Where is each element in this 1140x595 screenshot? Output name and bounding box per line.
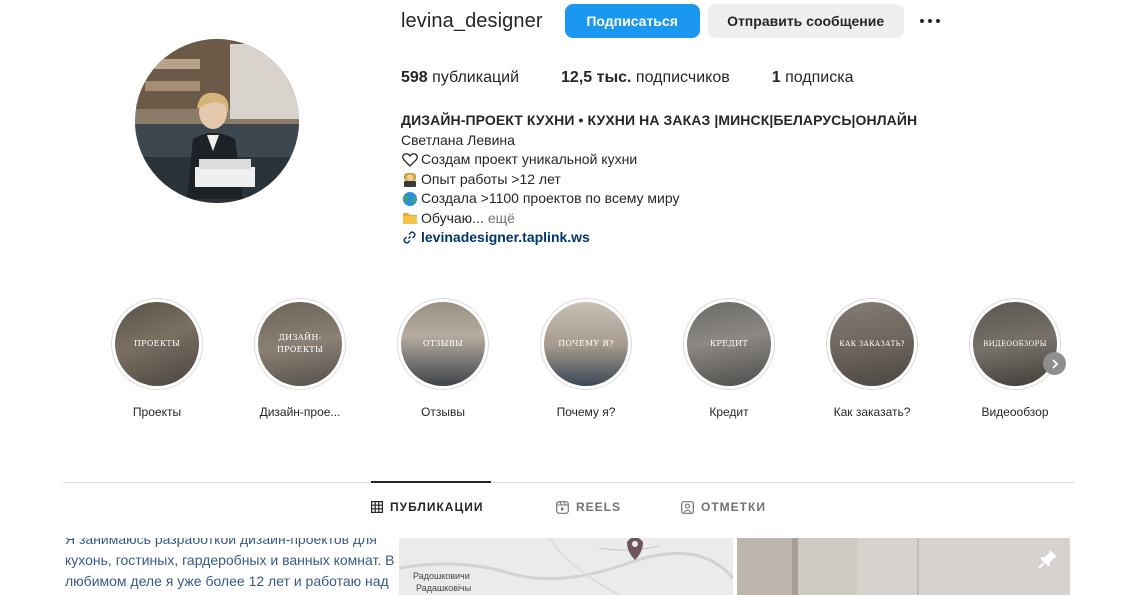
highlight-ring: ОТЗЫВЫ (397, 298, 489, 390)
globe-emoji-icon (401, 191, 418, 207)
highlight-cover: ВИДЕООБЗОРЫ (973, 302, 1057, 386)
highlight-label: Отзывы (421, 405, 465, 419)
highlight-cover-caption: КРЕДИТ (709, 339, 749, 348)
tabs-divider (63, 482, 1074, 483)
post-photo (737, 538, 1070, 595)
highlight-cover-caption: ПОЧЕМУ Я? (558, 339, 614, 348)
tab-posts-label: ПУБЛИКАЦИИ (390, 500, 484, 514)
bio-line-text: Создам проект уникальной кухни (421, 151, 638, 167)
posts-count-value: 598 (401, 69, 428, 86)
highlight-cover: ОТЗЫВЫ (401, 302, 485, 386)
following-count[interactable]: 1 подписка (772, 69, 854, 87)
highlight-ring: ВИДЕООБЗОРЫ (969, 298, 1061, 390)
highlight-label: Проекты (132, 405, 182, 419)
tagged-icon (681, 500, 694, 514)
map-label: Радашковічы (416, 583, 472, 593)
highlight-cover: ПРОЕКТЫ (115, 302, 199, 386)
following-count-value: 1 (771, 69, 781, 86)
profile-stats: 598 публикаций 12,5 тыс. подписчиков 1 п… (401, 69, 896, 87)
highlight-ring: ДИЗАЙН-ПРОЕКТЫ (254, 298, 346, 390)
highlight-cover-caption: КАК ЗАКАЗАТЬ? (839, 340, 905, 348)
profile-header: levina_designer Подписаться Отправить со… (401, 4, 944, 38)
bio-more-link[interactable]: ещё (488, 209, 515, 229)
posts-count: 598 публикаций (401, 69, 519, 87)
tab-posts[interactable]: ПУБЛИКАЦИИ (371, 500, 483, 514)
bio-line: Обучаю... ещё (401, 209, 917, 229)
tab-reels[interactable]: REELS (556, 500, 621, 514)
highlight-cover: КАК ЗАКАЗАТЬ? (830, 302, 914, 386)
bio-line-text: Обучаю... (421, 209, 484, 226)
posts-count-label: публикаций (432, 69, 520, 86)
highlight-cover: КРЕДИТ (687, 302, 771, 386)
judge-emoji-icon (401, 171, 418, 188)
bio-link-row[interactable]: levinadesigner.taplink.ws (401, 228, 917, 248)
following-count-label: подписка (785, 69, 854, 86)
highlight-projects[interactable]: ПРОЕКТЫ Проекты (105, 298, 209, 419)
highlight-label: Дизайн-прое... (259, 405, 341, 419)
bio-name: Светлана Левина (401, 131, 515, 148)
bio-line: Опыт работы >12 лет (401, 170, 917, 190)
profile-avatar[interactable] (135, 39, 299, 203)
story-highlights: ПРОЕКТЫ Проекты ДИЗАЙН-ПРОЕКТЫ Дизайн-пр… (105, 298, 1075, 428)
highlight-cover-caption: ОТЗЫВЫ (422, 339, 464, 348)
follow-button[interactable]: Подписаться (564, 4, 700, 38)
map-label: Радошковичи (413, 571, 470, 581)
heart-outline-icon (401, 152, 418, 168)
folder-emoji-icon (401, 210, 418, 226)
highlight-credit[interactable]: КРЕДИТ Кредит (677, 298, 781, 419)
highlight-label: Кредит (709, 405, 749, 419)
highlight-label: Как заказать? (833, 405, 911, 419)
highlight-cover-caption: ВИДЕООБЗОРЫ (983, 340, 1047, 348)
profile-tabs: ПУБЛИКАЦИИ REELS ОТМЕТКИ (0, 500, 1140, 522)
highlight-ring: КРЕДИТ (683, 298, 775, 390)
bio-headline: ДИЗАЙН-ПРОЕКТ КУХНИ • КУХНИ НА ЗАКАЗ |МИ… (401, 112, 918, 128)
highlight-cover-caption: ПРОЕКТЫ (133, 339, 181, 348)
chevron-right-icon (1051, 358, 1058, 369)
followers-count[interactable]: 12,5 тыс. подписчиков (561, 69, 730, 87)
post-tile[interactable]: Я занимаюсь разработкой дизайн-проектов … (63, 538, 396, 595)
avatar-photo (135, 39, 299, 203)
highlight-ring: ПОЧЕМУ Я? (540, 298, 632, 390)
send-message-button[interactable]: Отправить сообщение (707, 4, 904, 38)
highlight-why-me[interactable]: ПОЧЕМУ Я? Почему я? (534, 298, 638, 419)
reels-icon (556, 500, 569, 514)
highlights-next-button[interactable] (1043, 352, 1066, 375)
tab-reels-label: REELS (576, 500, 622, 514)
bio-website-link[interactable]: levinadesigner.taplink.ws (421, 228, 590, 248)
post-tile[interactable] (737, 538, 1070, 595)
more-horizontal-icon[interactable] (916, 7, 944, 35)
highlight-how-to-order[interactable]: КАК ЗАКАЗАТЬ? Как заказать? (820, 298, 924, 419)
pin-icon (1037, 548, 1059, 575)
highlight-ring: КАК ЗАКАЗАТЬ? (826, 298, 918, 390)
highlight-label: Видеообзор (981, 405, 1049, 419)
profile-bio: ДИЗАЙН-ПРОЕКТ КУХНИ • КУХНИ НА ЗАКАЗ |МИ… (401, 111, 917, 248)
bio-line-text: Опыт работы >12 лет (421, 170, 561, 187)
grid-icon (371, 501, 383, 513)
highlight-cover: ПОЧЕМУ Я? (544, 302, 628, 386)
followers-count-label: подписчиков (635, 69, 730, 86)
highlight-cover-caption: ДИЗАЙН-ПРОЕКТЫ (276, 333, 324, 354)
highlight-reviews[interactable]: ОТЗЫВЫ Отзывы (391, 298, 495, 419)
tab-tagged-label: ОТМЕТКИ (701, 500, 766, 514)
bio-line-text: Создала >1100 проектов по всему миру (421, 190, 680, 206)
post-text-preview: Я занимаюсь разработкой дизайн-проектов … (65, 538, 395, 595)
link-icon (401, 230, 418, 246)
tab-tagged[interactable]: ОТМЕТКИ (681, 500, 766, 514)
highlight-ring: ПРОЕКТЫ (111, 298, 203, 390)
bio-line: Создам проект уникальной кухни (401, 150, 917, 170)
profile-username: levina_designer (401, 9, 543, 32)
bio-line: Создала >1100 проектов по всему миру (401, 189, 917, 209)
highlight-label: Почему я? (556, 405, 616, 419)
highlight-cover: ДИЗАЙН-ПРОЕКТЫ (258, 302, 342, 386)
followers-count-value: 12,5 тыс. (561, 69, 632, 86)
post-tile[interactable]: Радошковичи Радашковічы (399, 538, 733, 595)
active-tab-indicator (371, 481, 491, 483)
highlight-design-projects[interactable]: ДИЗАЙН-ПРОЕКТЫ Дизайн-прое... (248, 298, 352, 419)
